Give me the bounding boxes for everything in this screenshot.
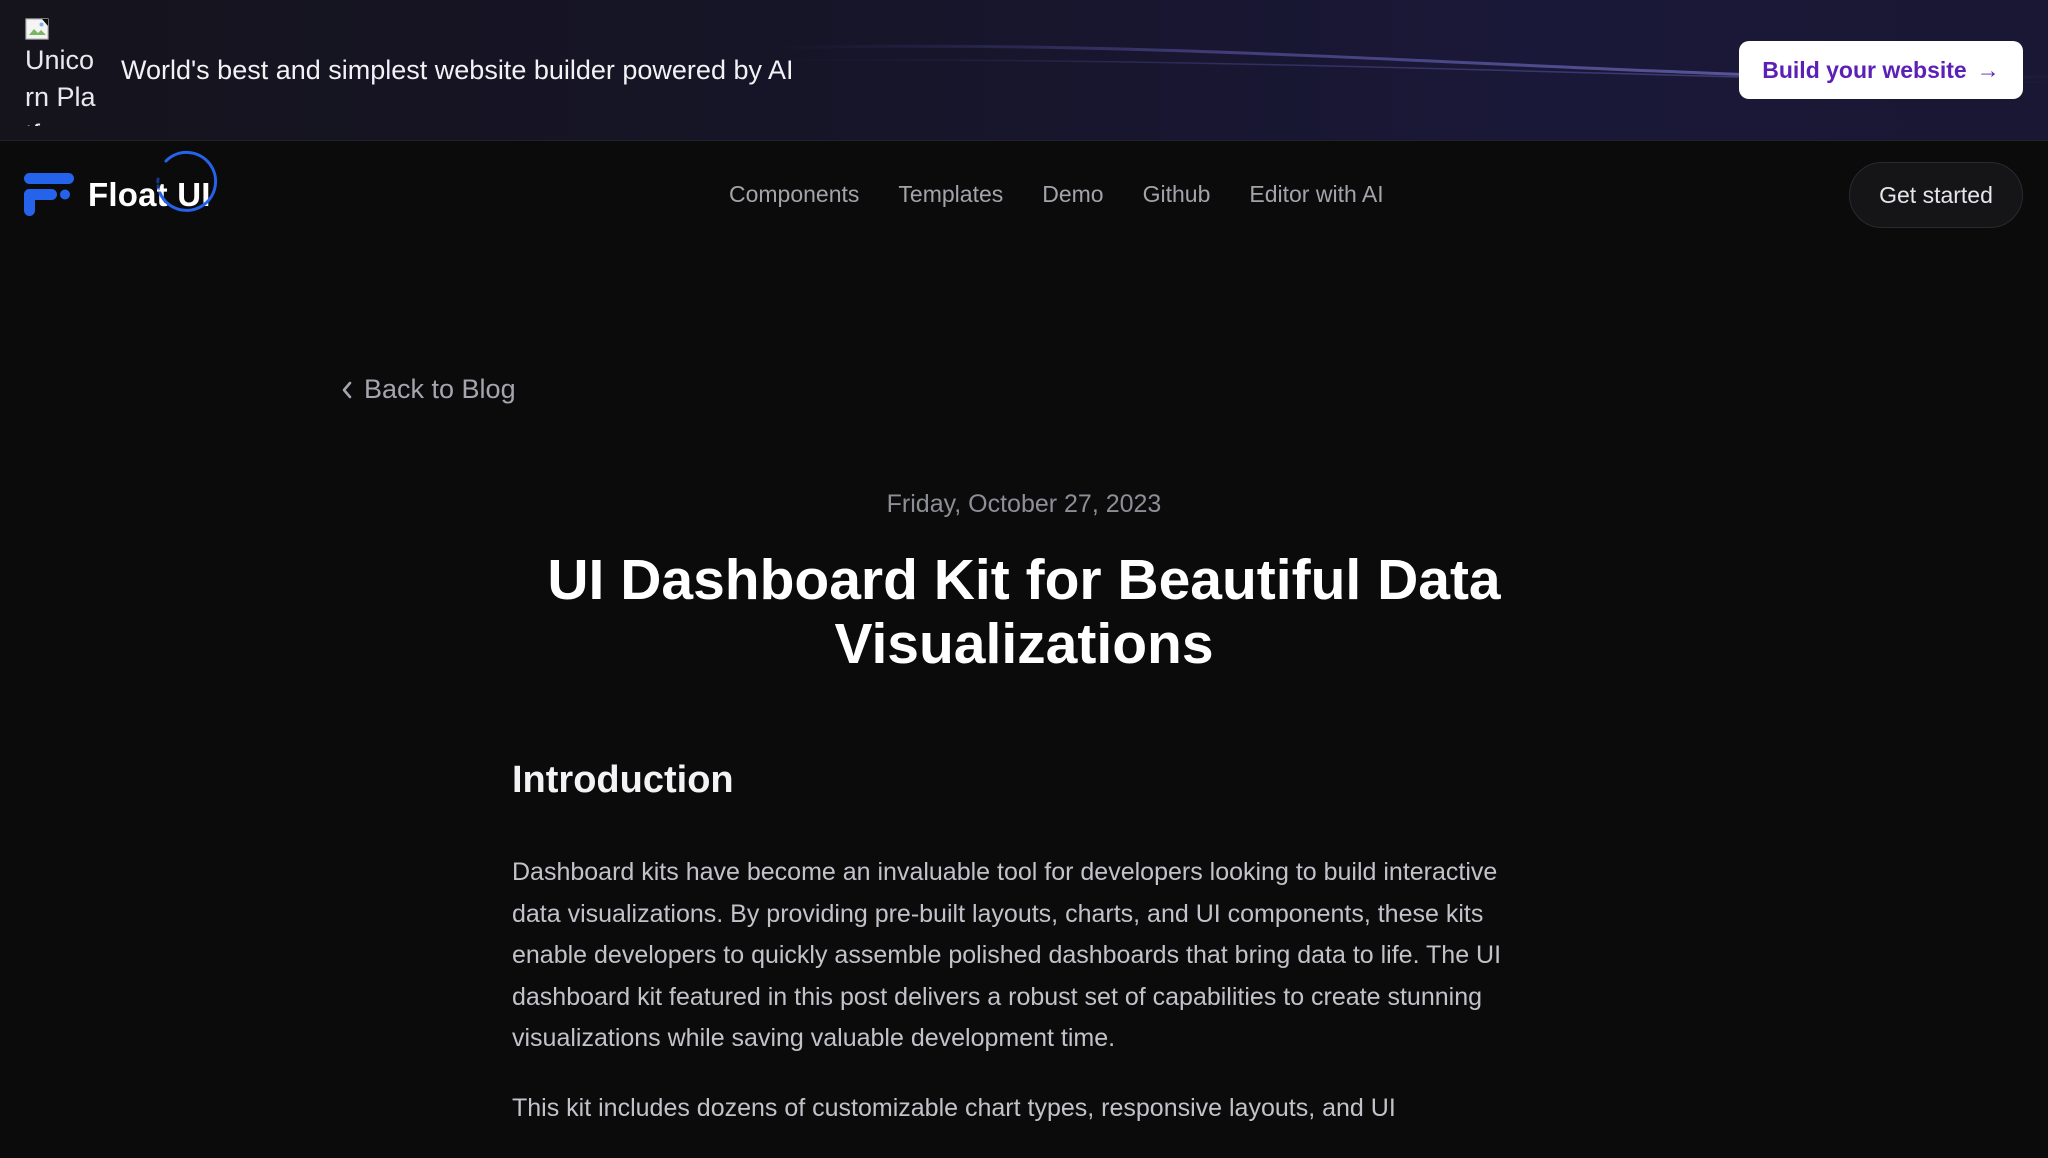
brand-ring-decoration xyxy=(156,150,218,212)
nav-link-components[interactable]: Components xyxy=(729,181,859,208)
back-to-blog-label: Back to Blog xyxy=(364,374,516,404)
section-heading-introduction: Introduction xyxy=(512,759,734,801)
article-date: Friday, October 27, 2023 xyxy=(886,490,1162,518)
article-title: UI Dashboard Kit for Beautiful Data Visu… xyxy=(547,548,1501,676)
chevron-left-icon xyxy=(342,381,352,398)
promo-banner: Unicorn Platform World's best and simple… xyxy=(0,0,2048,141)
article-paragraph: Dashboard kits have become an invaluable… xyxy=(512,858,1502,1053)
brand-wordmark: Float UI xyxy=(88,150,218,214)
banner-logo-alt-text: Unicorn Platform xyxy=(25,45,96,126)
brand-logo-link[interactable]: Float UI xyxy=(24,150,218,230)
main-nav: Components Templates Demo Github Editor … xyxy=(729,174,1384,214)
nav-link-templates[interactable]: Templates xyxy=(898,181,1003,208)
arrow-right-icon: → xyxy=(1976,56,2000,83)
banner-logo[interactable]: Unicorn Platform xyxy=(25,18,103,126)
nav-link-demo[interactable]: Demo xyxy=(1042,181,1103,208)
banner-tagline: World's best and simplest website builde… xyxy=(121,55,794,85)
article-paragraph: This kit includes dozens of customizable… xyxy=(512,1093,1396,1122)
build-website-label: Build your website xyxy=(1762,56,1967,83)
nav-link-editor-with-ai[interactable]: Editor with AI xyxy=(1249,181,1383,208)
get-started-button[interactable]: Get started xyxy=(1849,162,2023,228)
article-body: Introduction Dashboard kits have become … xyxy=(512,752,1536,1158)
nav-link-github[interactable]: Github xyxy=(1143,181,1211,208)
float-ui-logo-icon xyxy=(24,173,74,216)
back-to-blog-link[interactable]: Back to Blog xyxy=(340,374,516,405)
build-website-button[interactable]: Build your website → xyxy=(1739,41,2023,99)
broken-image-icon xyxy=(25,18,49,40)
